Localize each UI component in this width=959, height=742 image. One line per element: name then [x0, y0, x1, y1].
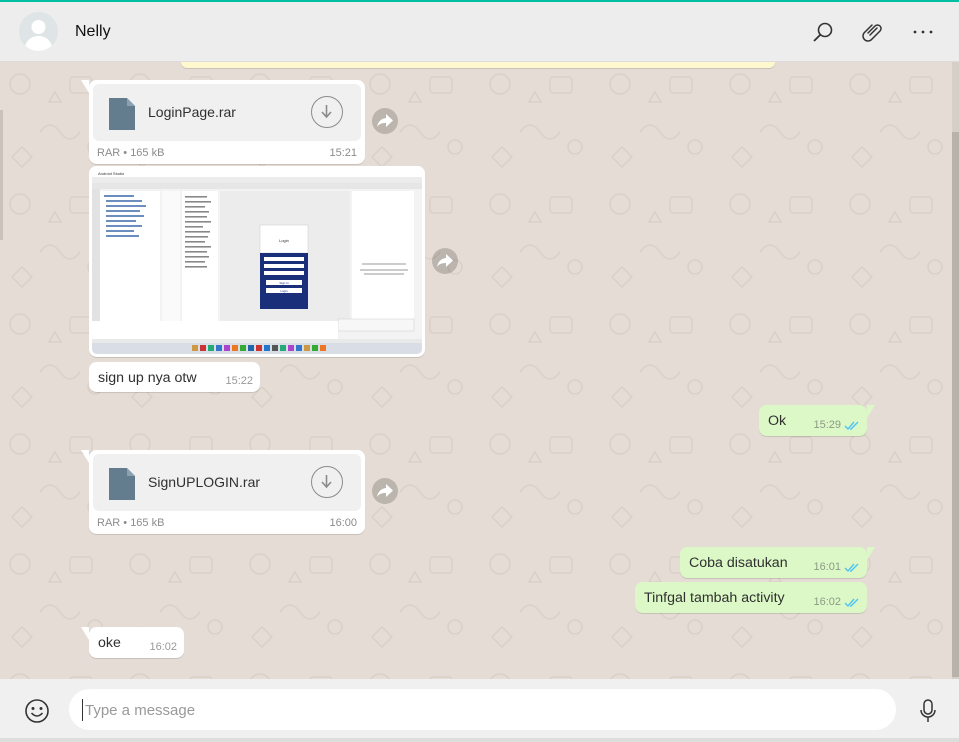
file-preview[interactable]: LoginPage.rar — [93, 84, 361, 141]
message-text: Tinfgal tambah activity — [644, 590, 785, 606]
outgoing-text-message[interactable]: Ok 15:29 — [759, 405, 875, 436]
screenshot-login-label: Login — [280, 289, 288, 293]
download-icon[interactable] — [311, 96, 343, 128]
message-time: 16:02 — [813, 596, 841, 608]
previous-message-edge — [181, 62, 775, 68]
file-meta: RAR • 165 kB — [97, 517, 165, 529]
forward-icon[interactable] — [432, 248, 458, 274]
message-time: 16:01 — [813, 561, 841, 573]
file-name: SignUPLOGIN.rar — [148, 474, 261, 490]
more-options-icon[interactable] — [911, 20, 935, 44]
double-check-icon — [844, 598, 859, 608]
message-input-box[interactable] — [69, 689, 896, 730]
file-name: LoginPage.rar — [148, 104, 236, 120]
screenshot-signin-label: Sign In — [279, 281, 289, 285]
message-time: 16:00 — [329, 517, 357, 529]
message-text: Coba disatukan — [689, 555, 788, 571]
android-studio-screenshot: Android Studio Login Sign In Login — [92, 169, 422, 354]
incoming-text-message[interactable]: sign up nya otw 15:22 — [89, 362, 260, 392]
chat-header: Nelly — [0, 2, 959, 62]
screenshot-image[interactable]: Android Studio Login Sign In Login — [92, 169, 422, 354]
message-text: Ok — [768, 413, 787, 429]
message-time: 15:29 — [813, 419, 841, 431]
message-text: sign up nya otw — [98, 370, 197, 386]
emoji-icon[interactable] — [24, 698, 50, 724]
window-bottom-edge — [0, 738, 959, 742]
document-icon — [109, 468, 135, 500]
message-input[interactable] — [82, 699, 872, 721]
message-time: 16:02 — [149, 641, 177, 653]
search-icon[interactable] — [811, 20, 835, 44]
contact-name[interactable]: Nelly — [75, 23, 111, 41]
image-message[interactable]: Android Studio Login Sign In Login — [89, 166, 425, 357]
window-edge — [0, 110, 3, 240]
outgoing-text-message[interactable]: Tinfgal tambah activity 16:02 — [635, 582, 867, 613]
message-time: 15:21 — [329, 147, 357, 159]
attach-icon[interactable] — [861, 20, 885, 44]
download-icon[interactable] — [311, 466, 343, 498]
file-message[interactable]: SignUPLOGIN.rar RAR • 165 kB 16:00 — [81, 450, 365, 534]
message-time: 15:22 — [225, 375, 253, 387]
forward-icon[interactable] — [372, 478, 398, 504]
default-avatar-icon — [19, 12, 58, 51]
double-check-icon — [844, 563, 859, 573]
file-preview[interactable]: SignUPLOGIN.rar — [93, 454, 361, 511]
incoming-text-message[interactable]: oke 16:02 — [81, 627, 184, 658]
chat-scrollbar-thumb[interactable] — [952, 132, 959, 677]
forward-icon[interactable] — [372, 108, 398, 134]
message-text: oke — [98, 635, 121, 651]
document-icon — [109, 98, 135, 130]
double-check-icon — [844, 421, 859, 431]
file-meta: RAR • 165 kB — [97, 147, 165, 159]
outgoing-text-message[interactable]: Coba disatukan 16:01 — [680, 547, 875, 578]
file-message[interactable]: LoginPage.rar RAR • 165 kB 15:21 — [81, 80, 365, 164]
screenshot-login-title: Login — [279, 238, 289, 243]
message-composer — [0, 679, 959, 742]
screenshot-window-title: Android Studio — [98, 171, 125, 176]
avatar[interactable] — [19, 12, 58, 51]
mic-icon[interactable] — [918, 698, 938, 724]
